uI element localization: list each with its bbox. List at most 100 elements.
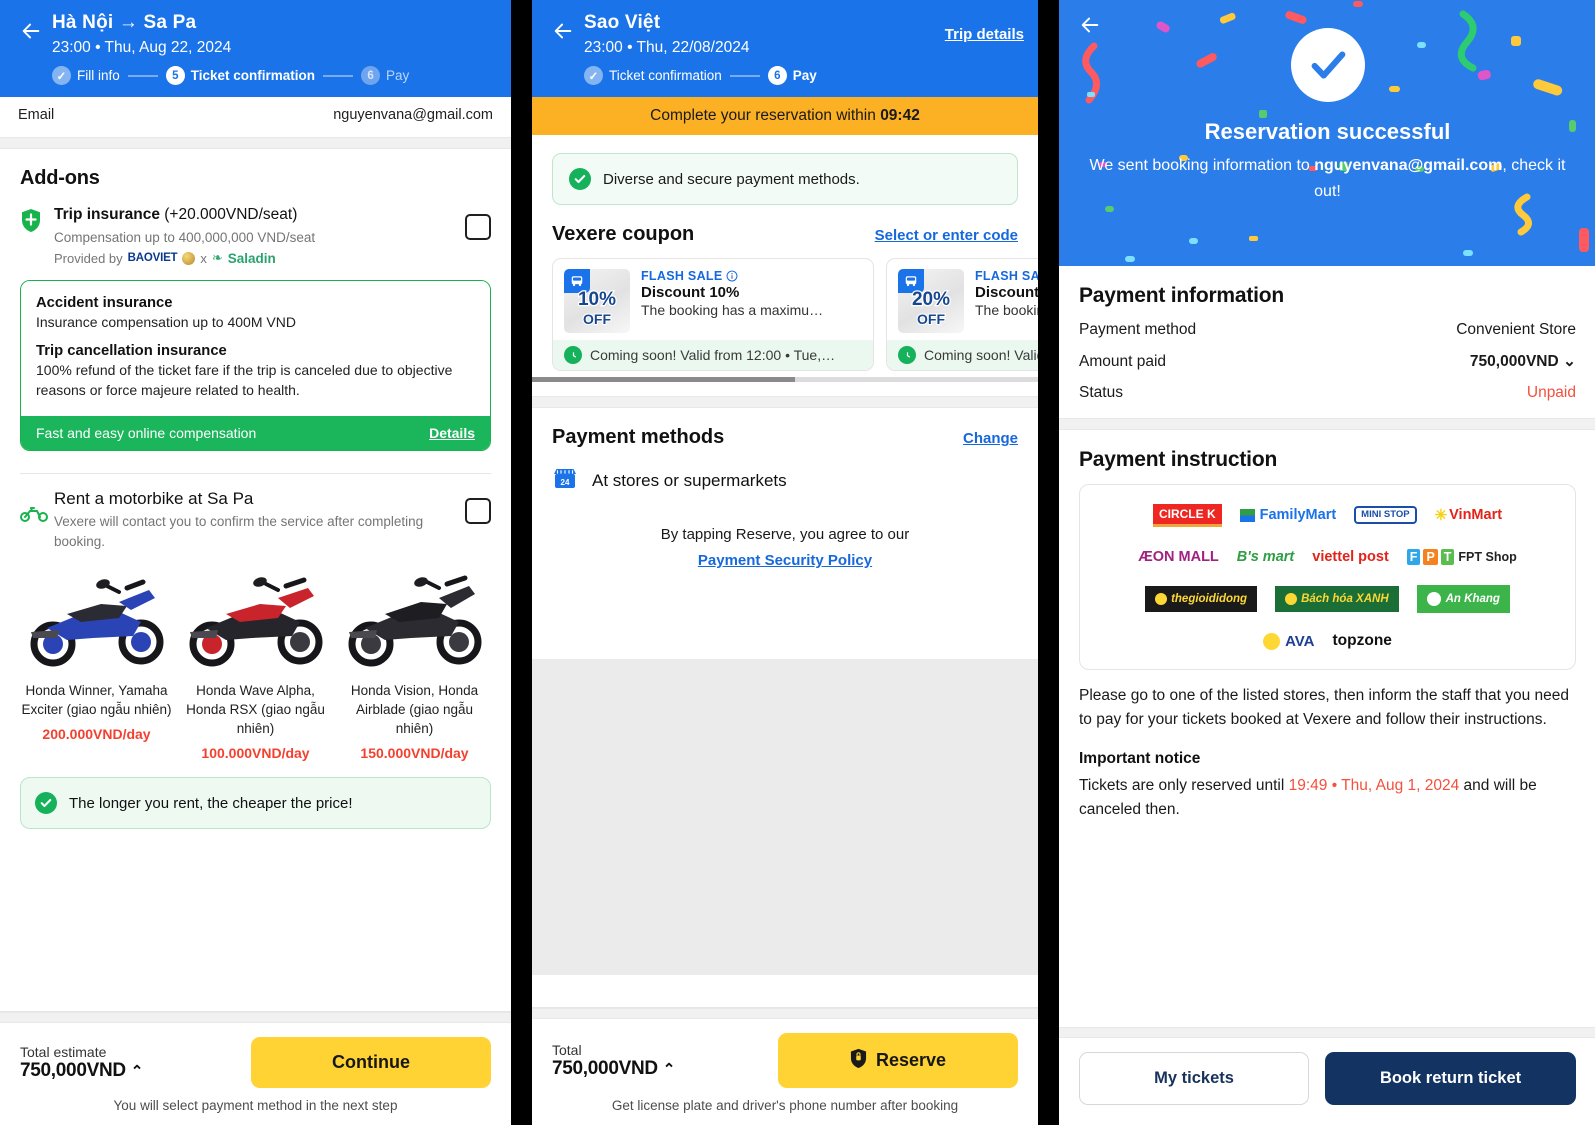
departure-datetime: 23:00 • Thu, Aug 22, 2024 bbox=[52, 39, 232, 56]
info-icon[interactable] bbox=[726, 270, 738, 282]
panel-payment: Sao Việt 23:00 • Thu, 22/08/2024 Trip de… bbox=[532, 0, 1038, 1125]
reserve-button[interactable]: Reserve bbox=[778, 1033, 1018, 1088]
store-logo-row: CIRCLE K FamilyMart MINI STOP ✳ VinMart bbox=[1092, 501, 1563, 529]
step-label: Ticket confirmation bbox=[190, 68, 316, 83]
insurance-footer-text: Fast and easy online compensation bbox=[36, 425, 257, 441]
step-ticket-confirmation[interactable]: 5 Ticket confirmation bbox=[165, 66, 316, 85]
step-ticket-confirmation[interactable]: ✓ Ticket confirmation bbox=[584, 66, 722, 85]
motorbike-options: Honda Winner, Yamaha Exciter (giao ngẫu … bbox=[20, 570, 491, 761]
motorbike-checkbox[interactable] bbox=[465, 498, 491, 524]
coupon-status: Coming soon! Valid from 12:00 • Tue,… bbox=[887, 340, 1038, 370]
section-divider bbox=[532, 396, 1038, 408]
notice-deadline: 19:49 • Thu, Aug 1, 2024 bbox=[1288, 777, 1460, 794]
motorbike-icon bbox=[20, 488, 54, 527]
step-fill-info[interactable]: ✓ Fill info bbox=[52, 66, 120, 85]
footer-note: Get license plate and driver's phone num… bbox=[611, 1098, 959, 1113]
coupon-card[interactable]: 10% OFF FLASH SALE Discount 10% The book… bbox=[552, 258, 874, 371]
rent-tip-banner: The longer you rent, the cheaper the pri… bbox=[20, 777, 491, 829]
trip-insurance-checkbox[interactable] bbox=[465, 214, 491, 240]
total-value: 750,000VND ⌃ bbox=[20, 1059, 144, 1081]
continue-button[interactable]: Continue bbox=[251, 1037, 491, 1088]
panel2-footer: Total 750,000VND ⌃ Reserve Get license p… bbox=[532, 1007, 1038, 1125]
footer-divider bbox=[532, 1008, 1038, 1019]
selected-payment-method[interactable]: 24 At stores or supermarkets bbox=[532, 449, 1038, 496]
motorbike-option[interactable]: Honda Winner, Yamaha Exciter (giao ngẫu … bbox=[20, 570, 173, 761]
payment-methods-title: Payment methods bbox=[552, 426, 725, 448]
reservation-timer-bar: Complete your reservation within 09:42 bbox=[532, 97, 1038, 135]
chevron-up-icon[interactable]: ⌃ bbox=[663, 1061, 676, 1078]
total-block[interactable]: Total estimate 750,000VND ⌃ bbox=[20, 1044, 143, 1082]
select-or-enter-code-link[interactable]: Select or enter code bbox=[875, 227, 1018, 244]
accident-insurance-title: Accident insurance bbox=[36, 295, 173, 311]
step-divider bbox=[127, 74, 158, 77]
three-panel-screenshot: Hà Nội → Sa Pa 23:00 • Thu, Aug 22, 2024… bbox=[0, 0, 1595, 1125]
my-tickets-button[interactable]: My tickets bbox=[1079, 1052, 1310, 1105]
coupon-title-text: Discount 10% bbox=[641, 284, 740, 301]
coupon-description: The booking has a maximu… bbox=[641, 302, 824, 318]
total-block[interactable]: Total 750,000VND ⌃ bbox=[552, 1042, 675, 1080]
provider-separator: x bbox=[200, 250, 207, 266]
route-title: Hà Nội → Sa Pa bbox=[52, 12, 197, 33]
trip-insurance-row[interactable]: Trip insurance (+20.000VND/seat) Compens… bbox=[20, 190, 491, 270]
thegioididong-logo: thegioididong bbox=[1145, 585, 1258, 613]
back-icon[interactable] bbox=[1073, 14, 1107, 36]
flash-sale-label: FLASH SALE bbox=[641, 269, 862, 283]
coupon-off-label: OFF bbox=[582, 310, 612, 328]
coupon-status-text: Coming soon! Valid from 12:00 • Tue,… bbox=[924, 347, 1038, 363]
section-divider bbox=[0, 137, 511, 149]
step-badge-check-icon: ✓ bbox=[584, 66, 603, 85]
lock-shield-icon bbox=[850, 1048, 867, 1073]
panel-reservation-success: Reservation successful We sent booking i… bbox=[1059, 0, 1595, 1125]
empty-area bbox=[532, 659, 1038, 975]
baoviet-globe-icon bbox=[182, 251, 196, 265]
topzone-logo: topzone bbox=[1332, 632, 1392, 649]
row-value: 750,000VND ⌄ bbox=[1469, 353, 1576, 370]
progress-steps: ✓ Fill info 5 Ticket confirmation 6 Pay bbox=[0, 60, 511, 85]
agreement-text: By tapping Reserve, you agree to our Pay… bbox=[532, 496, 1038, 574]
email-row: Email nguyenvana@gmail.com bbox=[0, 97, 511, 137]
payment-security-policy-link[interactable]: Payment Security Policy bbox=[698, 552, 872, 569]
trip-details-link[interactable]: Trip details bbox=[945, 10, 1024, 43]
footer-note: You will select payment method in the ne… bbox=[113, 1098, 398, 1113]
agreement-prefix: By tapping Reserve, you agree to our bbox=[660, 526, 910, 543]
amount-paid-row[interactable]: Amount paid 750,000VND ⌄ bbox=[1079, 352, 1576, 371]
total-value: 750,000VND ⌃ bbox=[552, 1057, 676, 1079]
motorbike-image bbox=[189, 577, 322, 667]
coupon-carousel[interactable]: 10% OFF FLASH SALE Discount 10% The book… bbox=[532, 246, 1038, 371]
timer-prefix: Complete your reservation within bbox=[650, 107, 876, 124]
provided-by-label: Provided by bbox=[54, 250, 123, 266]
store-icon: 24 bbox=[552, 465, 578, 496]
store-logo-row: ÆON MALL B's mart viettel post F P T FPT Sh… bbox=[1092, 543, 1563, 571]
motorbike-rental-row[interactable]: Rent a motorbike at Sa Pa Vexere will co… bbox=[20, 474, 491, 556]
step-pay[interactable]: 6 Pay bbox=[361, 66, 409, 85]
motorbike-price: 100.000VND/day bbox=[201, 745, 310, 761]
operator-title: Sao Việt bbox=[584, 12, 661, 33]
book-return-ticket-button[interactable]: Book return ticket bbox=[1325, 1052, 1576, 1105]
panel2-header: Sao Việt 23:00 • Thu, 22/08/2024 Trip de… bbox=[532, 0, 1038, 97]
payment-instruction-body: Please go to one of the listed stores, t… bbox=[1079, 687, 1569, 728]
motorbike-option[interactable]: Honda Vision, Honda Airblade (giao ngẫu … bbox=[338, 570, 491, 761]
status-row: Status Unpaid bbox=[1079, 384, 1576, 402]
coupon-scrollbar[interactable] bbox=[532, 377, 1038, 382]
svg-text:24: 24 bbox=[561, 478, 570, 487]
coupon-off-label: OFF bbox=[916, 310, 946, 328]
payment-method-label: At stores or supermarkets bbox=[592, 470, 787, 490]
motorbike-option[interactable]: Honda Wave Alpha, Honda RSX (giao ngẫu n… bbox=[179, 570, 332, 761]
payment-method-row: Payment method Convenient Store bbox=[1079, 321, 1576, 339]
row-label: Payment method bbox=[1079, 321, 1197, 338]
insurance-card-footer: Fast and easy online compensation Detail… bbox=[21, 416, 490, 450]
step-label: Pay bbox=[386, 68, 410, 83]
success-message: We sent booking information to nguyenvan… bbox=[1059, 153, 1595, 205]
back-icon[interactable] bbox=[546, 10, 580, 42]
chevron-down-icon[interactable]: ⌄ bbox=[1563, 353, 1576, 370]
check-circle-icon bbox=[35, 792, 57, 814]
coupon-card[interactable]: 20% OFF FLASH SALE Discount 20% The book… bbox=[886, 258, 1038, 371]
motorbike-name: Honda Winner, Yamaha Exciter (giao ngẫu … bbox=[21, 683, 172, 717]
insurance-details-link[interactable]: Details bbox=[429, 425, 475, 441]
step-pay[interactable]: 6 Pay bbox=[767, 66, 817, 85]
circle-k-logo: CIRCLE K bbox=[1152, 501, 1222, 529]
change-payment-link[interactable]: Change bbox=[963, 430, 1018, 447]
chevron-up-icon[interactable]: ⌃ bbox=[131, 1063, 144, 1080]
back-icon[interactable] bbox=[14, 10, 48, 42]
shield-icon bbox=[20, 204, 54, 238]
